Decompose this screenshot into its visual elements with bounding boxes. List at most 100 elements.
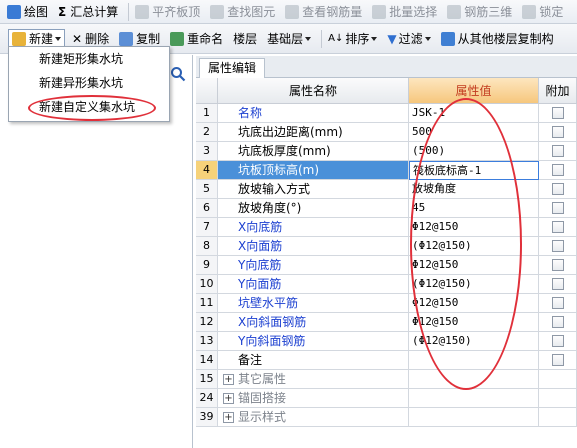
group-row[interactable]: 39 + 显示样式: [196, 408, 577, 427]
extra-checkbox[interactable]: [552, 164, 564, 176]
filter-button[interactable]: ▼ 过滤: [384, 29, 433, 49]
sort-button[interactable]: A↓ 排序: [325, 29, 380, 49]
expand-plus-icon[interactable]: +: [223, 412, 234, 423]
property-name: 坑壁水平筋: [218, 294, 409, 313]
header-extra[interactable]: 附加: [539, 78, 577, 104]
table-row[interactable]: 3 坑底板厚度(mm) (500): [196, 142, 577, 161]
property-name: 放坡角度(°): [218, 199, 409, 218]
new-label: 新建: [29, 32, 54, 46]
header-corner: [196, 78, 218, 104]
highlight-annotation: [410, 98, 522, 390]
chevron-down-icon: [424, 36, 431, 41]
summary-button[interactable]: Σ 汇总计算: [55, 2, 121, 22]
rebar-qty-icon: [285, 4, 300, 19]
sort-icon: A↓: [328, 33, 344, 44]
group-label: 锚固搭接: [238, 391, 287, 405]
property-name: X向斜面钢筋: [218, 313, 409, 332]
extra-checkbox[interactable]: [552, 354, 564, 366]
row-number: 39: [196, 408, 218, 427]
draw-label: 绘图: [24, 5, 49, 19]
extra-checkbox[interactable]: [552, 297, 564, 309]
property-name: 坑板顶标高(m): [218, 161, 409, 180]
lock-button[interactable]: 锁定: [519, 2, 566, 22]
tab-property-edit[interactable]: 属性编辑: [199, 58, 266, 78]
extra-checkbox[interactable]: [552, 183, 564, 195]
search-icon[interactable]: [170, 66, 186, 82]
row-number: 10: [196, 275, 218, 294]
row-number: 8: [196, 237, 218, 256]
extra-checkbox[interactable]: [552, 259, 564, 271]
extra-cell: [539, 313, 577, 332]
rename-label: 重命名: [187, 32, 224, 46]
floor-label-wrap: 楼层: [230, 29, 260, 49]
row-number: 4: [196, 161, 218, 180]
property-name: Y向底筋: [218, 256, 409, 275]
tab-bar: 属性编辑: [196, 56, 577, 78]
extra-cell: [539, 123, 577, 142]
toolbar-divider: [128, 2, 130, 21]
extra-cell: [539, 275, 577, 294]
menu-item-new-rect-pit[interactable]: 新建矩形集水坑: [9, 47, 169, 71]
table-row[interactable]: 1 名称 JSK-1: [196, 104, 577, 123]
group-value: [409, 389, 539, 408]
menu-item-new-irregular-pit[interactable]: 新建异形集水坑: [9, 71, 169, 95]
row-number: 1: [196, 104, 218, 123]
property-name: X向底筋: [218, 218, 409, 237]
rename-button[interactable]: 重命名: [167, 29, 226, 49]
row-number: 15: [196, 370, 218, 389]
extra-checkbox[interactable]: [552, 316, 564, 328]
extra-cell: [539, 237, 577, 256]
table-row[interactable]: 13 Y向斜面钢筋 (Φ12@150): [196, 332, 577, 351]
row-number: 7: [196, 218, 218, 237]
view-rebar-qty-button[interactable]: 查看钢筋量: [282, 2, 365, 22]
new-icon: [12, 31, 26, 46]
row-number: 9: [196, 256, 218, 275]
group-label: 显示样式: [238, 410, 287, 424]
group-row[interactable]: 24 + 锚固搭接: [196, 389, 577, 408]
header-property-name[interactable]: 属性名称: [218, 78, 409, 104]
extra-checkbox[interactable]: [552, 278, 564, 290]
menu-item-label: 新建异形集水坑: [39, 76, 124, 90]
table-row[interactable]: 11 坑壁水平筋 Φ12@150: [196, 294, 577, 313]
extra-cell: [539, 408, 577, 427]
table-row[interactable]: 14 备注: [196, 351, 577, 370]
flush-slab-top-button[interactable]: 平齐板顶: [132, 2, 203, 22]
group-row[interactable]: 15 + 其它属性: [196, 370, 577, 389]
extra-checkbox[interactable]: [552, 221, 564, 233]
row-number: 2: [196, 123, 218, 142]
filter-icon: ▼: [387, 31, 397, 46]
extra-checkbox[interactable]: [552, 335, 564, 347]
find-element-button[interactable]: 查找图元: [207, 2, 278, 22]
property-name: X向面筋: [218, 237, 409, 256]
delete-icon: ✕: [72, 31, 83, 46]
main-toolbar: 绘图 Σ 汇总计算 平齐板顶 查找图元 查看钢筋量 批量选择 钢筋三维 锁定: [0, 0, 577, 24]
chevron-down-icon: [55, 36, 62, 41]
lock-icon: [522, 4, 537, 19]
expand-plus-icon[interactable]: +: [223, 393, 234, 404]
batch-select-button[interactable]: 批量选择: [369, 2, 440, 22]
extra-checkbox[interactable]: [552, 240, 564, 252]
extra-cell: [539, 142, 577, 161]
floor-select[interactable]: 基础层: [264, 29, 314, 49]
table-row[interactable]: 2 坑底出边距离(mm) 500: [196, 123, 577, 142]
copy-label: 复制: [136, 32, 161, 46]
property-name: 坑底板厚度(mm): [218, 142, 409, 161]
row-number: 13: [196, 332, 218, 351]
property-name: 放坡输入方式: [218, 180, 409, 199]
rebar-3d-button[interactable]: 钢筋三维: [444, 2, 515, 22]
table-row[interactable]: 12 X向斜面钢筋 Φ12@150: [196, 313, 577, 332]
extra-checkbox[interactable]: [552, 126, 564, 138]
draw-button[interactable]: 绘图: [4, 2, 51, 22]
table-row[interactable]: 4 坑板顶标高(m) 筏板底标高-1: [196, 161, 577, 180]
extra-checkbox[interactable]: [552, 145, 564, 157]
extra-checkbox[interactable]: [552, 202, 564, 214]
property-name: 坑底出边距离(mm): [218, 123, 409, 142]
group-name: + 显示样式: [218, 408, 409, 427]
slab-icon: [135, 4, 150, 19]
extra-checkbox[interactable]: [552, 107, 564, 119]
rebar-3d-label: 钢筋三维: [464, 5, 513, 19]
expand-plus-icon[interactable]: +: [223, 374, 234, 385]
extra-cell: [539, 256, 577, 275]
table-row[interactable]: 5 放坡输入方式 放坡角度: [196, 180, 577, 199]
copy-from-floor-button[interactable]: 从其他楼层复制构: [438, 29, 557, 49]
